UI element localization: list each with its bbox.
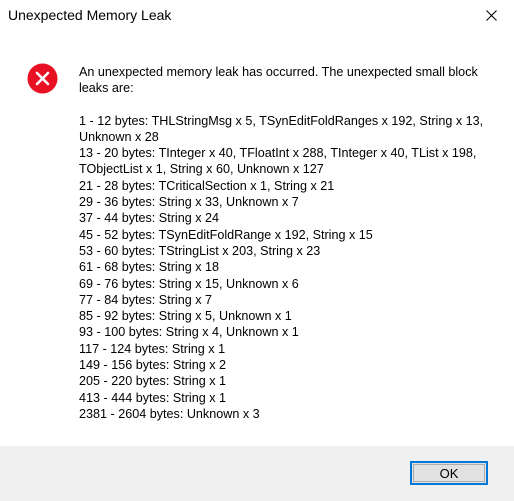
title-bar[interactable]: Unexpected Memory Leak [0, 0, 514, 31]
leak-entry: 77 - 84 bytes: String x 7 [79, 292, 213, 307]
ok-button[interactable]: OK [410, 461, 488, 485]
leak-entry: 205 - 220 bytes: String x 1 [79, 374, 227, 389]
close-icon [485, 10, 497, 21]
button-bar: OK [0, 446, 514, 501]
leak-entry: 21 - 28 bytes: TCriticalSection x 1, Str… [79, 178, 335, 193]
leak-entry: 53 - 60 bytes: TStringList x 203, String… [79, 243, 321, 258]
close-button[interactable] [468, 0, 514, 31]
leak-entry: 45 - 52 bytes: TSynEditFoldRange x 192, … [79, 227, 373, 242]
leak-entry: 413 - 444 bytes: String x 1 [79, 390, 227, 405]
leak-entry: 117 - 124 bytes: String x 1 [79, 341, 226, 356]
leak-entry: 93 - 100 bytes: String x 4, Unknown x 1 [79, 325, 299, 340]
leak-entry: 37 - 44 bytes: String x 24 [79, 211, 220, 226]
window-title: Unexpected Memory Leak [8, 7, 172, 23]
leak-entry: 149 - 156 bytes: String x 2 [79, 358, 227, 373]
leak-entry: 29 - 36 bytes: String x 33, Unknown x 7 [79, 195, 299, 210]
leak-entry: 61 - 68 bytes: String x 18 [79, 260, 220, 275]
leak-entry: 2381 - 2604 bytes: Unknown x 3 [79, 406, 260, 421]
leak-entry: 85 - 92 bytes: String x 5, Unknown x 1 [79, 309, 292, 324]
error-icon [27, 63, 58, 94]
dialog-content: An unexpected memory leak has occurred. … [0, 31, 514, 446]
dialog-window: Unexpected Memory Leak An unexpected mem… [0, 0, 514, 501]
leak-entry: 69 - 76 bytes: String x 15, Unknown x 6 [79, 276, 299, 291]
message-text: An unexpected memory leak has occurred. … [79, 64, 489, 422]
leak-entry: 1 - 12 bytes: THLStringMsg x 5, TSynEdit… [79, 113, 484, 144]
leak-list: 1 - 12 bytes: THLStringMsg x 5, TSynEdit… [79, 113, 489, 423]
leak-entry: 13 - 20 bytes: TInteger x 40, TFloatInt … [79, 146, 477, 177]
message-headline: An unexpected memory leak has occurred. … [79, 65, 478, 96]
